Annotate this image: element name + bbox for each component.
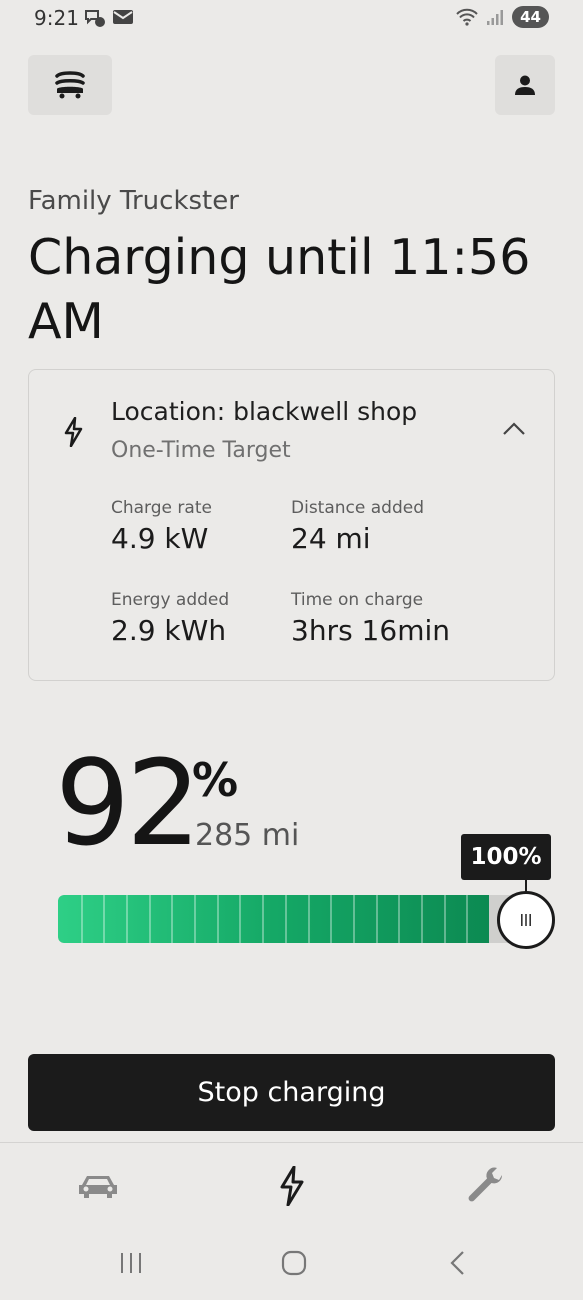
vehicle-menu-button[interactable] [28, 55, 112, 115]
battery-bar-segment-divider [126, 895, 128, 943]
chevron-up-icon[interactable] [502, 421, 526, 437]
stat-label: Distance added [291, 498, 424, 518]
wrench-icon [468, 1167, 503, 1202]
stat-value: 3hrs 16min [291, 614, 450, 647]
battery-bar-segment-divider [262, 895, 264, 943]
vehicle-name: Family Truckster [28, 186, 239, 216]
battery-bar-segment-divider [217, 895, 219, 943]
person-icon [515, 75, 535, 95]
stat-value: 4.9 kW [111, 522, 209, 555]
battery-bar-segment-divider [81, 895, 83, 943]
charge-location: Location: blackwell shop [111, 397, 418, 426]
battery-bar-segment-divider [171, 895, 173, 943]
back-button[interactable] [438, 1245, 478, 1281]
battery-bar-segment-divider [194, 895, 196, 943]
account-button[interactable] [495, 55, 555, 115]
charge-target-type: One-Time Target [111, 438, 291, 463]
battery-indicator: 44 [512, 6, 549, 28]
battery-bar-segment-divider [398, 895, 400, 943]
bolt-icon [64, 417, 83, 447]
battery-bar-segment-divider [103, 895, 105, 943]
charge-limit-slider-handle[interactable] [497, 891, 555, 949]
battery-percent-sign: % [192, 753, 239, 807]
chat-bubbles-icon [85, 10, 105, 27]
recent-apps-button[interactable] [111, 1245, 151, 1281]
stat-charge-rate: Charge rate 4.9 kW [111, 498, 212, 555]
stop-charging-button[interactable]: Stop charging [28, 1054, 555, 1131]
stat-label: Time on charge [291, 590, 424, 610]
charge-limit-label: 100% [461, 834, 551, 880]
battery-level-fill [58, 895, 489, 943]
recent-apps-icon [121, 1253, 141, 1273]
stat-value: 2.9 kWh [111, 614, 227, 647]
battery-bar-segment-divider [444, 895, 446, 943]
charge-session-card: Location: blackwell shop One-Time Target… [28, 369, 555, 681]
battery-bar-segment-divider [376, 895, 378, 943]
tab-charging[interactable] [262, 1160, 322, 1212]
stat-energy-added: Energy added 2.9 kWh [111, 590, 229, 647]
tab-vehicle[interactable] [68, 1160, 128, 1212]
mail-icon [113, 10, 133, 24]
battery-bar-segment-divider [421, 895, 423, 943]
battery-bar-segment-divider [330, 895, 332, 943]
wifi-icon [456, 8, 478, 26]
battery-bar-segment-divider [466, 895, 468, 943]
battery-bar-segment-divider [353, 895, 355, 943]
battery-bar-segment-divider [308, 895, 310, 943]
back-icon [450, 1251, 464, 1275]
vehicle-stack-icon [55, 71, 85, 99]
car-icon [79, 1176, 117, 1198]
status-system-icons: 44 [456, 6, 549, 28]
stat-distance-added: Distance added 24 mi [291, 498, 424, 555]
battery-range: 285 mi [195, 818, 300, 853]
stat-label: Charge rate [111, 498, 212, 518]
signal-icon [487, 10, 504, 25]
home-icon [281, 1250, 307, 1276]
bolt-icon [280, 1166, 304, 1206]
tab-bar-divider [0, 1142, 583, 1143]
stat-value: 24 mi [291, 522, 371, 555]
battery-bar-segment-divider [285, 895, 287, 943]
tab-service[interactable] [456, 1160, 516, 1212]
status-notification-icons [84, 8, 134, 28]
stat-time-on-charge: Time on charge 3hrs 16min [291, 590, 450, 647]
charging-status-headline: Charging until 11:56 AM [28, 229, 531, 350]
status-time: 9:21 [34, 6, 79, 30]
battery-percent: 92 [55, 734, 201, 872]
stat-label: Energy added [111, 590, 230, 610]
battery-level-bar [58, 895, 518, 943]
grip-icon [521, 914, 531, 926]
battery-bar-segment-divider [149, 895, 151, 943]
home-button[interactable] [274, 1245, 314, 1281]
battery-bar-segment-divider [239, 895, 241, 943]
